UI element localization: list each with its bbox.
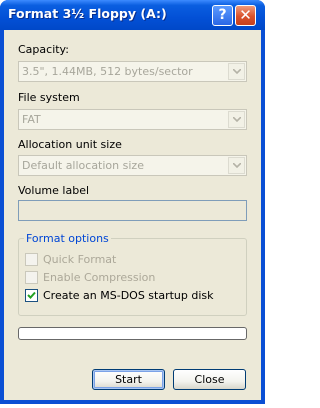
- ms-dos-startup-label: Create an MS-DOS startup disk: [43, 289, 214, 302]
- allocation-select[interactable]: Default allocation size: [18, 155, 247, 176]
- help-icon: ?: [218, 7, 227, 23]
- quick-format-checkbox[interactable]: [25, 253, 38, 266]
- enable-compression-checkbox[interactable]: [25, 271, 38, 284]
- help-button[interactable]: ?: [212, 5, 233, 26]
- chevron-down-icon[interactable]: [228, 111, 245, 128]
- allocation-label: Allocation unit size: [18, 138, 122, 151]
- file-system-label: File system: [18, 91, 80, 104]
- chevron-down-icon[interactable]: [228, 157, 245, 174]
- capacity-select[interactable]: 3.5", 1.44MB, 512 bytes/sector: [18, 61, 247, 82]
- volume-label-input[interactable]: [18, 200, 247, 221]
- dialog-body: Capacity: 3.5", 1.44MB, 512 bytes/sector…: [4, 30, 261, 400]
- chevron-down-icon[interactable]: [228, 63, 245, 80]
- start-button[interactable]: Start: [92, 369, 165, 390]
- close-window-button[interactable]: ✕: [235, 5, 256, 26]
- format-dialog: Format 3½ Floppy (A:) ? ✕ Capacity: 3.5"…: [0, 0, 265, 404]
- title-bar[interactable]: Format 3½ Floppy (A:) ? ✕: [0, 0, 265, 30]
- ms-dos-startup-checkbox[interactable]: [25, 289, 38, 302]
- enable-compression-label: Enable Compression: [43, 271, 156, 284]
- format-options-title: Format options: [24, 232, 111, 245]
- close-icon: ✕: [239, 6, 252, 24]
- file-system-select[interactable]: FAT: [18, 109, 247, 130]
- volume-label-label: Volume label: [18, 184, 90, 197]
- file-system-value: FAT: [22, 113, 41, 126]
- checkmark-icon: [27, 291, 36, 299]
- window-title: Format 3½ Floppy (A:): [8, 6, 167, 21]
- format-progress-bar: [18, 327, 247, 340]
- capacity-value: 3.5", 1.44MB, 512 bytes/sector: [22, 65, 193, 78]
- close-button[interactable]: Close: [173, 369, 246, 390]
- capacity-label: Capacity:: [18, 43, 69, 56]
- allocation-value: Default allocation size: [22, 159, 144, 172]
- quick-format-label: Quick Format: [43, 253, 117, 266]
